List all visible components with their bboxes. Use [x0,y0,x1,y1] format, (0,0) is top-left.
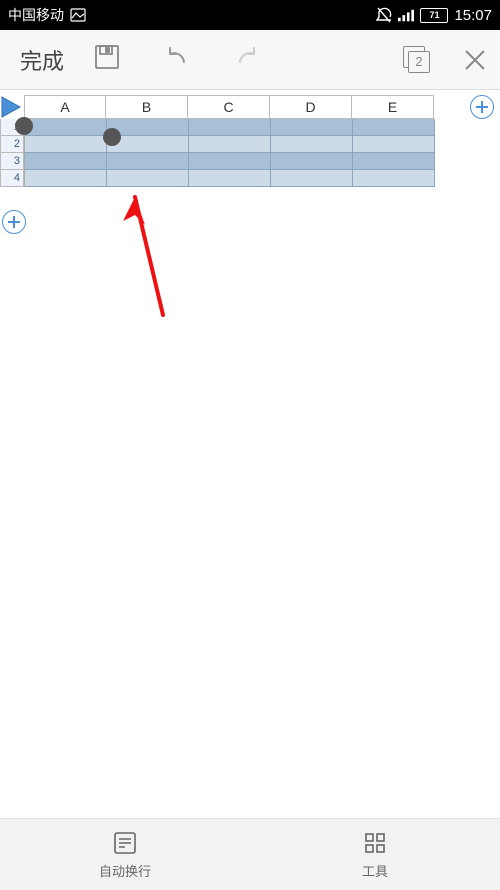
cell[interactable] [271,136,353,153]
cell[interactable] [353,136,435,153]
cell-grid[interactable] [24,119,435,187]
column-header[interactable]: A [24,95,106,119]
select-all-corner[interactable] [0,95,22,119]
annotation-arrow-icon [115,195,175,330]
column-header[interactable]: E [352,95,434,119]
cell[interactable] [25,153,107,170]
column-headers[interactable]: A B C D E [24,95,434,119]
cell[interactable] [353,170,435,187]
copy-icon[interactable]: 2 [402,45,432,75]
table-row [25,119,435,136]
cell[interactable] [25,170,107,187]
clock: 15:07 [454,7,492,24]
gallery-icon [70,7,86,23]
bottom-bar: 自动换行 工具 [0,818,500,890]
row-header[interactable]: 4 [0,170,24,187]
cell[interactable] [25,136,107,153]
cell[interactable] [107,153,189,170]
signal-icon [398,7,414,23]
status-bar: 中国移动 71 15:07 [0,0,500,30]
autowrap-icon [111,829,139,857]
cell[interactable] [353,119,435,136]
spreadsheet-area[interactable]: A B C D E 1 2 3 4 [0,90,500,820]
cell[interactable] [189,136,271,153]
close-icon[interactable] [462,47,488,73]
row-header[interactable]: 3 [0,153,24,170]
selection-handle-start[interactable] [15,117,33,135]
titlebar: 完成 2 [0,30,500,90]
carrier-name: 中国移动 [8,5,64,25]
tools-icon [361,829,389,857]
tools-label: 工具 [362,861,388,880]
add-row-button[interactable] [2,210,26,234]
cell[interactable] [271,119,353,136]
copy-badge: 2 [408,51,430,73]
cell[interactable] [189,170,271,187]
add-column-button[interactable] [470,95,494,119]
battery-indicator: 71 [420,8,448,23]
mute-icon [376,7,392,23]
battery-level: 71 [429,10,439,20]
redo-icon[interactable] [232,42,262,77]
autowrap-label: 自动换行 [99,861,151,880]
table-row [25,136,435,153]
column-header[interactable]: B [106,95,188,119]
table-row [25,153,435,170]
cell[interactable] [353,153,435,170]
autowrap-button[interactable]: 自动换行 [0,819,250,890]
cell[interactable] [271,170,353,187]
undo-icon[interactable] [162,42,192,77]
selection-handle-end[interactable] [103,128,121,146]
cell[interactable] [189,153,271,170]
save-icon[interactable] [92,42,122,77]
cell[interactable] [107,170,189,187]
cell[interactable] [271,153,353,170]
column-header[interactable]: C [188,95,270,119]
done-button[interactable]: 完成 [12,38,72,82]
cell[interactable] [189,119,271,136]
tools-button[interactable]: 工具 [250,819,500,890]
cell[interactable] [25,119,107,136]
row-header[interactable]: 2 [0,136,24,153]
column-header[interactable]: D [270,95,352,119]
table-row [25,170,435,187]
